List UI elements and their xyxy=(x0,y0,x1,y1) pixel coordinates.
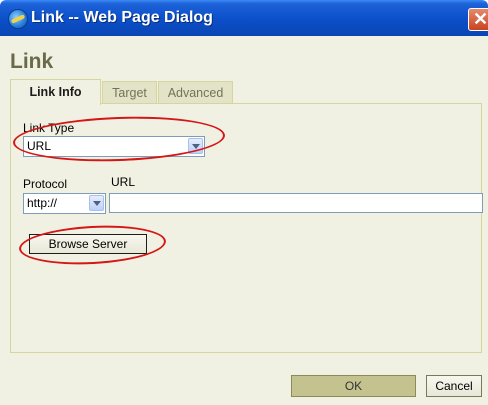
title-bar: Link -- Web Page Dialog ✕ xyxy=(0,0,488,36)
cancel-button[interactable]: Cancel xyxy=(426,375,482,397)
tab-advanced[interactable]: Advanced xyxy=(158,81,233,104)
tab-link-info[interactable]: Link Info xyxy=(10,79,101,105)
close-icon: ✕ xyxy=(473,9,488,29)
ok-button[interactable]: OK xyxy=(291,375,416,397)
link-type-value: URL xyxy=(27,139,52,153)
dialog-body: Link Link Info Target Advanced xyxy=(0,36,488,405)
link-type-select[interactable]: URL xyxy=(23,136,205,157)
chevron-down-icon[interactable] xyxy=(188,138,203,154)
link-type-label: Link Type xyxy=(23,121,75,135)
window-title: Link -- Web Page Dialog xyxy=(31,9,213,26)
protocol-value: http:// xyxy=(27,196,58,210)
ie-globe-icon xyxy=(8,9,28,29)
browse-server-button[interactable]: Browse Server xyxy=(29,234,147,254)
close-button[interactable]: ✕ xyxy=(468,8,488,31)
dialog-heading: Link xyxy=(10,50,54,73)
chevron-down-icon[interactable] xyxy=(89,195,104,211)
protocol-label: Protocol xyxy=(23,177,68,191)
protocol-select[interactable]: http:// xyxy=(23,193,106,214)
url-label: URL xyxy=(111,175,136,189)
url-input[interactable] xyxy=(109,193,483,213)
tab-target[interactable]: Target xyxy=(102,81,157,104)
